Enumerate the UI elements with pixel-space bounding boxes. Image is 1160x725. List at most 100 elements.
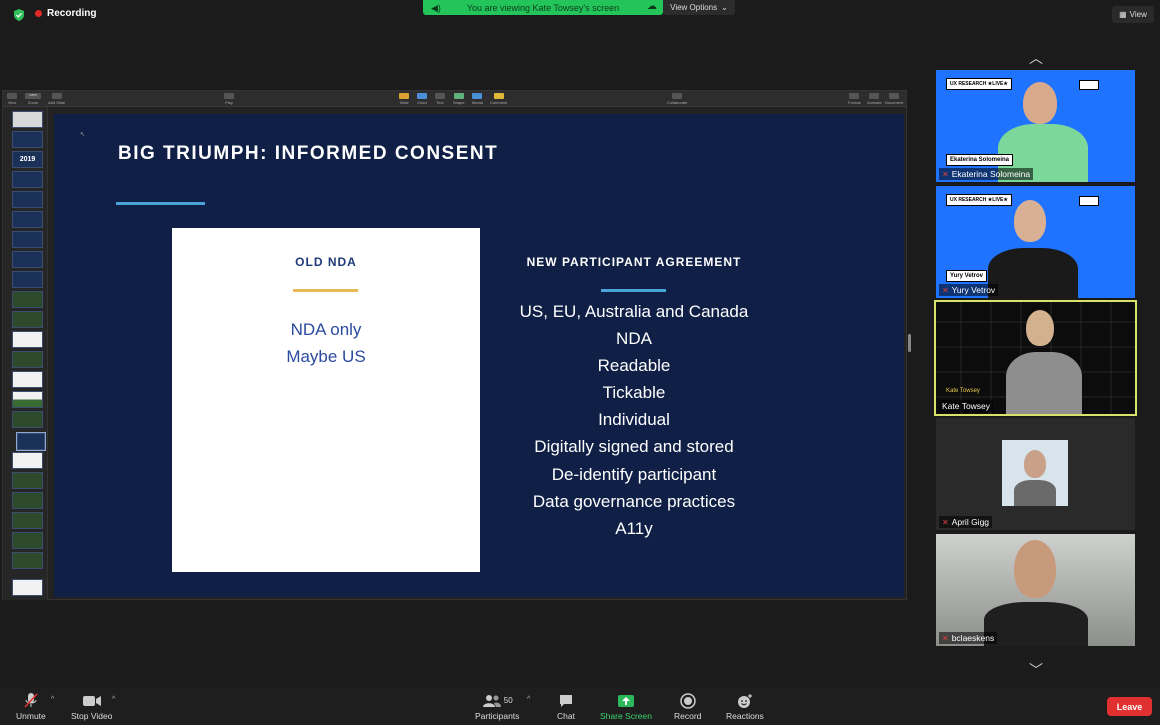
keynote-animate-button[interactable]: Animate bbox=[867, 93, 882, 105]
slide-thumbnail[interactable] bbox=[12, 512, 43, 529]
video-options-caret-icon[interactable]: ^ bbox=[112, 696, 115, 703]
current-slide[interactable]: ↖ BIG TRIUMPH: INFORMED CONSENT OLD NDA … bbox=[54, 114, 904, 597]
keynote-collaborate-label: Collaborate bbox=[667, 100, 688, 105]
keynote-table-button[interactable]: Table bbox=[399, 93, 409, 105]
chevron-down-icon: ⌄ bbox=[721, 3, 728, 12]
stop-video-button[interactable]: Stop Video bbox=[71, 692, 112, 721]
list-item: De-identify participant bbox=[551, 464, 717, 484]
chat-label: Chat bbox=[557, 711, 575, 721]
old-nda-list: NDA only Maybe US bbox=[172, 316, 480, 370]
slide-thumbnail[interactable] bbox=[12, 351, 43, 368]
viewing-banner: ◀) You are viewing Kate Towsey's screen … bbox=[423, 0, 663, 15]
muted-mic-icon: ✕ bbox=[942, 517, 949, 527]
split-resize-handle[interactable] bbox=[908, 334, 911, 352]
slide-thumbnail[interactable] bbox=[12, 111, 43, 128]
slide-thumbnail[interactable] bbox=[12, 311, 43, 328]
slide-thumbnail[interactable] bbox=[12, 191, 43, 208]
slide-thumbnail[interactable] bbox=[12, 371, 43, 388]
participant-name: bclaeskens bbox=[951, 633, 995, 643]
slide-thumbnail[interactable] bbox=[12, 532, 43, 549]
keynote-view-label: View bbox=[7, 100, 17, 105]
chat-button[interactable]: Chat bbox=[557, 692, 575, 721]
share-screen-button[interactable]: Share Screen bbox=[600, 692, 652, 721]
keynote-table-label: Table bbox=[399, 100, 409, 105]
audio-options-caret-icon[interactable]: ^ bbox=[51, 696, 54, 703]
participants-button[interactable]: 50 Participants bbox=[475, 692, 519, 721]
participant-name-tag: Kate Towsey bbox=[939, 400, 994, 412]
keynote-toolbar: View 135% Zoom Add Slide Play Table Chart… bbox=[3, 91, 906, 107]
unmute-button[interactable]: Unmute bbox=[16, 692, 46, 721]
slide-title: BIG TRIUMPH: INFORMED CONSENT bbox=[118, 143, 499, 164]
keynote-chart-button[interactable]: Chart bbox=[417, 93, 427, 105]
slide-thumbnail-current[interactable] bbox=[16, 432, 46, 451]
slide-thumbnail-year[interactable]: 2019 bbox=[12, 151, 43, 168]
keynote-comment-button[interactable]: Comment bbox=[490, 93, 507, 105]
keynote-zoom-button[interactable]: 135% Zoom bbox=[25, 93, 41, 105]
slide-navigator[interactable]: 2019 bbox=[3, 107, 48, 600]
slide-thumbnail[interactable] bbox=[12, 472, 43, 489]
slide-thumbnail[interactable] bbox=[12, 171, 43, 188]
view-button[interactable]: ▦ View bbox=[1112, 6, 1154, 23]
muted-microphone-icon bbox=[23, 692, 39, 709]
video-tile-april[interactable]: ✕ April Gigg bbox=[936, 418, 1135, 530]
keynote-play-label: Play bbox=[225, 100, 233, 105]
slide-thumbnail[interactable] bbox=[12, 131, 43, 148]
list-item: NDA only bbox=[290, 320, 362, 339]
video-tile-ekaterina[interactable]: UX RESEARCH ★LIVE★ Ekaterina Solomeina ✕… bbox=[936, 70, 1135, 182]
keynote-collaborate-button[interactable]: Collaborate bbox=[667, 93, 687, 105]
keynote-add-slide-button[interactable]: Add Slide bbox=[48, 93, 65, 105]
list-item: Readable bbox=[597, 356, 671, 376]
slide-thumbnail[interactable] bbox=[12, 391, 43, 408]
list-item: A11y bbox=[615, 518, 653, 538]
zoom-window: Recording ◀) You are viewing Kate Towsey… bbox=[0, 0, 1160, 725]
recording-indicator[interactable]: Recording bbox=[35, 8, 96, 19]
participant-body bbox=[1014, 480, 1056, 506]
keynote-text-label: Text bbox=[436, 100, 444, 105]
keynote-play-button[interactable]: Play bbox=[224, 93, 234, 105]
keynote-document-button[interactable]: Document bbox=[885, 93, 903, 105]
keynote-shape-button[interactable]: Shape bbox=[453, 93, 465, 105]
slide-thumbnail[interactable] bbox=[12, 579, 43, 596]
slide-thumbnail[interactable] bbox=[12, 271, 43, 288]
shield-icon[interactable] bbox=[12, 8, 26, 22]
record-label: Record bbox=[674, 711, 702, 721]
unmute-label: Unmute bbox=[16, 711, 46, 721]
gallery-down-chevron-icon[interactable]: ﹀ bbox=[1024, 660, 1048, 678]
gallery-up-chevron-icon[interactable]: ︿ bbox=[1024, 48, 1048, 66]
sticker-icon bbox=[1079, 80, 1099, 90]
list-item: NDA bbox=[616, 329, 652, 349]
keynote-add-slide-label: Add Slide bbox=[48, 100, 66, 105]
keynote-text-button[interactable]: Text bbox=[435, 93, 445, 105]
keynote-media-button[interactable]: Media bbox=[472, 93, 483, 105]
list-item: Maybe US bbox=[286, 347, 366, 366]
muted-mic-icon: ✕ bbox=[942, 633, 949, 643]
old-nda-divider bbox=[293, 289, 358, 292]
participant-name-tag: ✕ April Gigg bbox=[939, 516, 993, 528]
record-button[interactable]: Record bbox=[674, 692, 701, 721]
leave-button[interactable]: Leave bbox=[1107, 697, 1152, 716]
video-tile-yury[interactable]: UX RESEARCH ★LIVE★ Yury Vetrov ✕ Yury Vet… bbox=[936, 186, 1135, 298]
keynote-format-button[interactable]: Format bbox=[848, 93, 861, 105]
view-options-button[interactable]: View Options ⌄ bbox=[663, 0, 735, 15]
video-tile-kate-active-speaker[interactable]: Kate Towsey Kate Towsey bbox=[934, 300, 1137, 416]
slide-thumbnail[interactable] bbox=[12, 492, 43, 509]
viewing-banner-text: You are viewing Kate Towsey's screen bbox=[466, 2, 620, 13]
smiley-plus-icon bbox=[736, 692, 754, 709]
reactions-button[interactable]: Reactions bbox=[726, 692, 764, 721]
slide-thumbnail[interactable] bbox=[12, 291, 43, 308]
slide-thumbnail[interactable] bbox=[12, 231, 43, 248]
participants-options-caret-icon[interactable]: ^ bbox=[527, 696, 530, 703]
slide-thumbnail[interactable] bbox=[12, 211, 43, 228]
keynote-view-button[interactable]: View bbox=[7, 93, 17, 105]
list-item: US, EU, Australia and Canada bbox=[519, 302, 749, 321]
participant-name: Ekaterina Solomeina bbox=[951, 169, 1031, 179]
slide-thumbnail[interactable] bbox=[12, 552, 43, 569]
slide-thumbnail[interactable] bbox=[12, 411, 43, 428]
slide-thumbnail[interactable] bbox=[12, 452, 43, 469]
slide-thumbnail[interactable] bbox=[12, 331, 43, 348]
title-divider bbox=[116, 202, 205, 205]
list-item: Tickable bbox=[602, 383, 666, 403]
video-tile-bclaeskens[interactable]: ✕ bclaeskens bbox=[936, 534, 1135, 646]
keynote-format-label: Format bbox=[848, 100, 861, 105]
slide-thumbnail[interactable] bbox=[12, 251, 43, 268]
